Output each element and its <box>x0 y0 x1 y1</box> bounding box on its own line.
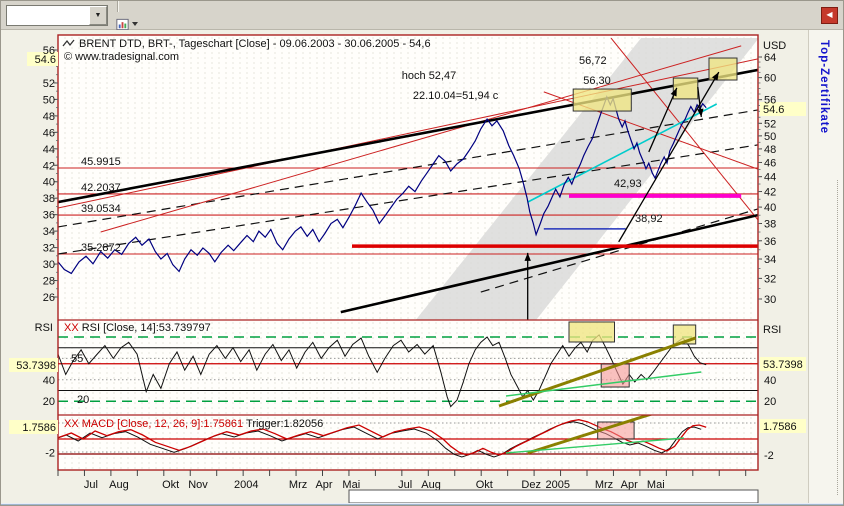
left-axis-tick-label: 38 <box>43 193 55 205</box>
left-axis-tick-label: 46 <box>43 127 55 139</box>
month-label: Aug <box>421 479 441 491</box>
right-axis-tick-label: 36 <box>764 236 776 248</box>
side-panel-title[interactable]: Top-Zertifikate <box>818 40 830 134</box>
macd-axis-tick: -2 <box>764 450 774 462</box>
left-axis-tick-label: 44 <box>43 144 55 156</box>
chart-annotation-label: 56,72 <box>579 55 607 67</box>
support-level-label: 45.9915 <box>81 156 121 168</box>
month-label: Jul <box>398 479 412 491</box>
month-label: Mrz <box>595 479 613 491</box>
chart-area: hoch 52,47 22.10.04=51,94 c 56,72 56,30 42,9… <box>1 30 811 503</box>
month-label: Okt <box>476 479 493 491</box>
rsi-axis-tick: 40 <box>764 375 776 387</box>
left-axis-tick-label: 34 <box>43 226 55 238</box>
annotation-box[interactable] <box>572 88 632 112</box>
right-axis-tick-label: 30 <box>764 294 776 306</box>
chart-annotation-label: 22.10.04=51,94 c <box>413 90 499 102</box>
rsi-red-level-label: 55 <box>71 353 83 365</box>
price-chart: hoch 52,47 22.10.04=51,94 c 56,72 56,30 42,9… <box>1 30 811 503</box>
left-axis-tick-label: 30 <box>43 259 55 271</box>
horizontal-scrollbar[interactable] <box>348 489 759 503</box>
chart-workspace: hoch 52,47 22.10.04=51,94 c 56,72 56,30 42,9… <box>1 30 843 503</box>
month-label: Aug <box>109 479 129 491</box>
macd-axis-tick: -2 <box>45 447 55 459</box>
chart-annotation-label: 42,93 <box>614 178 642 190</box>
left-axis-tick-label: 26 <box>43 292 55 304</box>
right-axis-tick-label: 50 <box>764 131 776 143</box>
right-axis-tick-label: 42 <box>764 187 776 199</box>
right-axis-tick-label: 52 <box>764 118 776 130</box>
combobox-dropdown-icon[interactable]: ▼ <box>89 5 107 25</box>
toolbar: ▼ ? ◀ <box>1 1 843 264</box>
right-axis-tick-label: 32 <box>764 273 776 285</box>
macd-value-right: 1.7586 <box>763 421 797 433</box>
rsi-axis-tick: 20 <box>764 396 776 408</box>
current-price-right: 54.6 <box>763 104 784 116</box>
month-label: Nov <box>188 479 208 491</box>
right-axis-tick-label: 34 <box>764 254 776 266</box>
rsi-title: XX RSI [Close, 14]:53.739797 <box>64 322 211 334</box>
left-axis-tick-label: 42 <box>43 160 55 172</box>
month-label: Mai <box>647 479 665 491</box>
right-axis-tick-label: 40 <box>764 202 776 214</box>
month-label: Jul <box>84 479 98 491</box>
left-axis-tick-label: 32 <box>43 243 55 255</box>
chart-annotation-label: 56,30 <box>583 75 611 87</box>
left-axis-tick-label: 28 <box>43 276 55 288</box>
month-label: Okt <box>162 479 179 491</box>
left-axis-tick-label: 36 <box>43 210 55 222</box>
right-axis-unit-label: USD <box>763 40 786 52</box>
rsi-right-label: RSI <box>763 324 781 336</box>
left-axis-tick-label: 52 <box>43 78 55 90</box>
right-axis-tick-label: 46 <box>764 157 776 169</box>
support-level-label: 35.2872 <box>81 242 121 254</box>
right-axis-tick-label: 48 <box>764 144 776 156</box>
side-panel-divider <box>837 180 838 495</box>
current-price-left: 54.6 <box>35 54 56 66</box>
month-label: Apr <box>621 479 638 491</box>
month-label: 2005 <box>546 479 570 491</box>
rsi-axis-tick: 20 <box>43 396 55 408</box>
macd-value-left: 1.7586 <box>22 422 56 434</box>
macd-title: XX MACD [Close, 12, 26, 9]:1.75861 Trigg… <box>64 418 323 430</box>
right-axis-tick-label: 60 <box>764 73 776 85</box>
symbol-combobox[interactable]: ▼ <box>6 4 108 26</box>
toolbar-separator <box>117 1 119 12</box>
tradesignal-window: ▼ ? ◀ hoch 52,47 22.10.04=51,94 c 56,72 56,… <box>0 0 844 506</box>
left-axis-tick-label: 50 <box>43 94 55 106</box>
rsi-left-label: RSI <box>35 322 53 334</box>
support-level-label: 42.2037 <box>81 182 121 194</box>
chart-annotation-label: hoch 52,47 <box>402 70 456 82</box>
month-label: Apr <box>315 479 332 491</box>
right-axis-tick-label: 64 <box>764 52 776 64</box>
rsi-value-left: 53.7398 <box>16 360 56 372</box>
month-label: Dez <box>521 479 541 491</box>
collapse-side-panel-button[interactable]: ◀ <box>821 6 838 24</box>
support-level-label: 39.0534 <box>81 203 121 215</box>
chart-title: BRENT DTD, BRT-, Tageschart [Close] - 09… <box>79 38 431 50</box>
chart-annotation-label: 38,92 <box>635 213 663 225</box>
right-axis-tick-label: 44 <box>764 172 776 184</box>
rsi-green-level-label: 20 <box>77 394 89 406</box>
copyright-label: © www.tradesignal.com <box>64 51 179 63</box>
left-axis-tick-label: 48 <box>43 111 55 123</box>
rsi-value-right: 53.7398 <box>763 359 803 371</box>
right-axis-tick-label: 38 <box>764 219 776 231</box>
left-axis-tick-label: 40 <box>43 177 55 189</box>
month-label: Mai <box>342 479 360 491</box>
month-label: Mrz <box>289 479 307 491</box>
right-side-panel: Top-Zertifikate <box>808 30 843 503</box>
month-label: 2004 <box>234 479 258 491</box>
annotation-box[interactable] <box>568 321 615 343</box>
rsi-axis-tick: 40 <box>43 375 55 387</box>
